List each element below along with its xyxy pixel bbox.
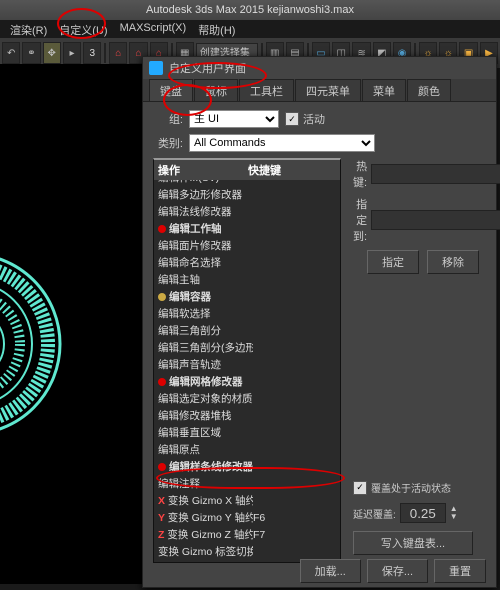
list-item[interactable]: 编辑原点 bbox=[154, 441, 340, 458]
list-item[interactable]: 编辑三角剖分 bbox=[154, 322, 340, 339]
assign-button[interactable]: 指定 bbox=[367, 250, 419, 274]
list-item[interactable]: 编辑注释 bbox=[154, 475, 340, 492]
menu-maxscript[interactable]: MAXScript(X) bbox=[114, 20, 193, 38]
list-item[interactable]: 编辑样条线修改器 bbox=[154, 458, 340, 475]
list-item[interactable]: 编辑容器 bbox=[154, 288, 340, 305]
list-item[interactable]: 编辑命名选择 bbox=[154, 254, 340, 271]
tool-move-icon[interactable]: ✥ bbox=[43, 42, 61, 64]
assignto-input[interactable] bbox=[371, 210, 500, 230]
override-checkbox[interactable]: ✓ bbox=[353, 481, 367, 495]
list-item[interactable]: 编辑垂直区域 bbox=[154, 424, 340, 441]
hotkey-input[interactable] bbox=[371, 164, 500, 184]
delay-spinner[interactable] bbox=[400, 503, 446, 523]
dialog-icon bbox=[149, 61, 163, 75]
list-item[interactable]: 编辑工作轴 bbox=[154, 220, 340, 237]
menu-render[interactable]: 渲染(R) bbox=[4, 20, 53, 38]
list-item[interactable]: Z 变换 Gizmo Z 轴约束F7 bbox=[154, 526, 340, 543]
override-label: 覆盖处于活动状态 bbox=[371, 480, 451, 495]
tool-pick-icon[interactable]: ▸ bbox=[63, 42, 81, 64]
col-action: 操作 bbox=[158, 162, 248, 178]
list-item[interactable]: 编辑三角剖分(多边形) bbox=[154, 339, 340, 356]
remove-button[interactable]: 移除 bbox=[427, 250, 479, 274]
group-label: 组: bbox=[153, 111, 183, 127]
active-checkbox[interactable]: ✓ 活动 bbox=[285, 111, 325, 127]
viewport[interactable] bbox=[0, 64, 155, 584]
list-item[interactable]: 编辑软选择 bbox=[154, 305, 340, 322]
list-item[interactable]: 变换 Gizmo 标签切换 bbox=[154, 543, 340, 560]
tab-menu[interactable]: 菜单 bbox=[362, 79, 406, 101]
active-label: 活动 bbox=[303, 111, 325, 127]
delay-label: 延迟覆盖: bbox=[353, 506, 396, 521]
menu-customize[interactable]: 自定义(U) bbox=[53, 20, 113, 38]
write-kb-button[interactable]: 写入键盘表... bbox=[353, 531, 473, 555]
tab-color[interactable]: 颜色 bbox=[407, 79, 451, 101]
assignto-label: 指定到: bbox=[353, 196, 367, 244]
load-button[interactable]: 加载... bbox=[300, 559, 361, 583]
list-item[interactable]: 编辑网格修改器 bbox=[154, 373, 340, 390]
tool-num-icon[interactable]: 3 bbox=[83, 42, 101, 64]
action-list[interactable]: 操作 快捷键 边线边桥边约束边的面切换(多边形)Shift+X编辑 Subscr… bbox=[153, 158, 341, 563]
category-combo[interactable]: All Commands bbox=[189, 134, 375, 152]
tab-keyboard[interactable]: 键盘 bbox=[149, 79, 193, 101]
list-item[interactable]: 编辑多边形修改器 bbox=[154, 186, 340, 203]
menu-help[interactable]: 帮助(H) bbox=[192, 20, 241, 38]
list-item[interactable]: X 变换 Gizmo X 轴约束 bbox=[154, 492, 340, 509]
col-hotkey: 快捷键 bbox=[248, 162, 281, 178]
list-item[interactable]: 编辑修改器堆栈 bbox=[154, 407, 340, 424]
spinner-arrows-icon[interactable]: ▲▼ bbox=[450, 505, 458, 521]
checkmark-icon: ✓ bbox=[285, 112, 299, 126]
group-combo[interactable]: 主 UI bbox=[189, 110, 279, 128]
list-item[interactable]: 编辑面片修改器 bbox=[154, 237, 340, 254]
list-item[interactable]: 编辑声音轨迹 bbox=[154, 356, 340, 373]
list-item[interactable]: Y 变换 Gizmo Y 轴约束F6 bbox=[154, 509, 340, 526]
reset-button[interactable]: 重置 bbox=[434, 559, 486, 583]
save-button[interactable]: 保存... bbox=[367, 559, 428, 583]
customize-ui-dialog: 自定义用户界面 键盘 鼠标 工具栏 四元菜单 菜单 颜色 组: 主 UI ✓ 活… bbox=[142, 56, 497, 588]
dialog-title: 自定义用户界面 bbox=[169, 60, 246, 76]
tab-toolbar[interactable]: 工具栏 bbox=[239, 79, 294, 101]
category-label: 类别: bbox=[153, 135, 183, 151]
list-item[interactable]: 编辑选定对象的材质 bbox=[154, 390, 340, 407]
hotkey-label: 热键: bbox=[353, 158, 367, 190]
list-item[interactable]: 编辑法线修改器 bbox=[154, 203, 340, 220]
dialog-tabs: 键盘 鼠标 工具栏 四元菜单 菜单 颜色 bbox=[143, 79, 496, 102]
tool-link-icon[interactable]: ⚭ bbox=[22, 42, 40, 64]
list-item[interactable]: 编辑主轴 bbox=[154, 271, 340, 288]
window-title: Autodesk 3ds Max 2015 kejianwoshi3.max bbox=[0, 0, 500, 20]
tab-quad[interactable]: 四元菜单 bbox=[295, 79, 361, 101]
tab-mouse[interactable]: 鼠标 bbox=[194, 79, 238, 101]
menubar: 渲染(R) 自定义(U) MAXScript(X) 帮助(H) bbox=[0, 20, 500, 38]
tool-a-icon[interactable]: ⌂ bbox=[109, 42, 127, 64]
tool-undo-icon[interactable]: ↶ bbox=[2, 42, 20, 64]
